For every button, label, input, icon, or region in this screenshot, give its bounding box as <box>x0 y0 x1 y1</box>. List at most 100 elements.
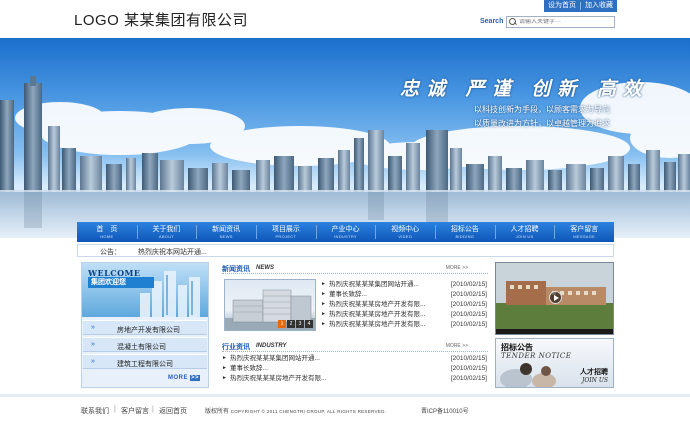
industry-header: 行业资讯 INDUSTRY MORE >> <box>222 340 488 352</box>
more-arrow-button[interactable]: >> <box>190 375 201 381</box>
category-item[interactable]: » 房地产开发有限公司 <box>83 320 207 335</box>
search-icon[interactable] <box>507 17 519 27</box>
search-box <box>506 16 615 28</box>
industry-item-date: [2010/02/15] <box>450 375 487 382</box>
nav-item-join-us[interactable]: 人才招聘 JOIN US <box>494 222 555 242</box>
nav-item-news[interactable]: 新闻资讯 NEWS <box>196 222 256 242</box>
nav-item-message[interactable]: 客户留言 MESSAGE <box>554 222 614 242</box>
bullet-icon: ► <box>222 365 227 371</box>
play-icon[interactable] <box>549 291 562 304</box>
news-item-title: 董事长致辞... <box>329 291 367 298</box>
nav-item-bidding[interactable]: 招标公告 BIDDING <box>435 222 495 242</box>
nav-sublabel: VIDEO <box>398 234 413 239</box>
nav-label: 项目展示 <box>271 226 300 233</box>
nav-label: 人才招聘 <box>510 226 539 233</box>
nav-item-about[interactable]: 关于我们 ABOUT <box>136 222 197 242</box>
category-item[interactable]: » 混凝土有限公司 <box>83 337 207 352</box>
search-input[interactable] <box>519 19 614 25</box>
copyright-cn: 版权所有 <box>205 409 230 415</box>
industry-item-date: [2010/02/15] <box>450 365 487 372</box>
footer-separator: | <box>152 406 154 413</box>
video-player[interactable] <box>495 262 614 335</box>
news-item-title: 热烈庆祝某某某房地产开发有限... <box>329 301 426 308</box>
double-chevron-icon: » <box>91 358 95 365</box>
nav-sublabel: ABOUT <box>158 234 175 239</box>
footer: 联系我们 | 客户留言 | 返回首页 版权所有 COPYRIGHT © 2011… <box>0 400 690 435</box>
notice-label: 公告： <box>100 249 121 256</box>
nav-label: 首 页 <box>96 226 118 233</box>
news-more-link[interactable]: MORE >> <box>446 265 468 271</box>
nav-sublabel: BIDDING <box>455 234 475 239</box>
site-logo[interactable]: LOGO 某某集团有限公司 <box>74 9 248 30</box>
notice-text[interactable]: 热烈庆祝本网站开通... <box>138 247 207 257</box>
nav-item-home[interactable]: 首 页 HOME <box>77 222 137 242</box>
more-label: MORE <box>168 375 188 381</box>
banner-subtitle-1: 以科技创新为手段，以顾客需求为导向 <box>474 105 610 114</box>
nav-item-project[interactable]: 项目展示 PROJECT <box>256 222 316 242</box>
nav-label: 关于我们 <box>152 226 181 233</box>
tender-recruit-panel: 招标公告 TENDER NOTICE 人才招聘 JOIN US <box>495 338 614 388</box>
pager-button[interactable]: 3 <box>296 320 304 328</box>
nav-sublabel: NEWS <box>219 234 233 239</box>
bullet-icon: ► <box>321 301 326 307</box>
list-item[interactable]: ► 董事长致辞... [2010/02/15] <box>222 364 487 374</box>
recruit-title[interactable]: 人才招聘 <box>580 367 608 377</box>
news-title-en: NEWS <box>256 265 274 271</box>
list-item[interactable]: ► 热烈庆祝某某某集团网站开通... [2010/02/15] <box>222 354 487 364</box>
bullet-icon: ► <box>321 311 326 317</box>
footer-separator: | <box>114 406 116 413</box>
pager-button[interactable]: 2 <box>287 320 295 328</box>
main-nav: 首 页 HOME 关于我们 ABOUT 新闻资讯 NEWS 项目展示 PROJECT 产… <box>77 222 614 242</box>
industry-more-link[interactable]: MORE >> <box>446 343 468 349</box>
category-label: 房地产开发有限公司 <box>117 327 180 334</box>
notice-bar: 公告： 热烈庆祝本网站开通... <box>77 244 614 257</box>
industry-list: ► 热烈庆祝某某某集团网站开通... [2010/02/15] ► 董事长致辞... [… <box>222 354 487 384</box>
nav-label: 客户留言 <box>570 226 599 233</box>
list-item[interactable]: ► 热烈庆祝某某某集团网站开通... [2010/02/15] <box>321 280 487 290</box>
list-item[interactable]: ► 热烈庆祝某某某房地产开发有限... [2010/02/15] <box>222 374 487 384</box>
news-slideshow[interactable]: 1 2 3 4 <box>224 279 316 331</box>
bullet-icon: ► <box>222 355 227 361</box>
set-homepage-link[interactable]: 设为首页 <box>544 0 580 12</box>
list-item[interactable]: ► 热烈庆祝某某某房地产开发有限... [2010/02/15] <box>321 310 487 320</box>
industry-title: 行业资讯 <box>222 344 250 351</box>
tender-title-en: TENDER NOTICE <box>501 352 572 360</box>
recruit-title-en: JOIN US <box>581 377 608 384</box>
list-item[interactable]: ► 董事长致辞... [2010/02/15] <box>321 290 487 300</box>
city-skyline-graphic <box>0 76 690 238</box>
category-label: 建筑工程有限公司 <box>117 361 173 368</box>
more-link[interactable]: MORE >> <box>168 375 201 381</box>
list-item[interactable]: ► 热烈庆祝某某某房地产开发有限... [2010/02/15] <box>321 320 487 330</box>
pager-button[interactable]: 4 <box>305 320 313 328</box>
top-links: 设为首页 加入收藏 <box>544 0 617 12</box>
icp-number: 晋ICP备110010号 <box>421 409 469 415</box>
industry-title-en: INDUSTRY <box>256 343 287 349</box>
news-title: 新闻资讯 <box>222 266 250 273</box>
news-item-date: [2010/02/15] <box>450 311 487 318</box>
search-label: Search <box>480 18 504 25</box>
nav-sublabel: HOME <box>100 234 114 239</box>
nav-sublabel: INDUSTRY <box>334 234 357 239</box>
add-favorite-link[interactable]: 加入收藏 <box>581 0 617 12</box>
footer-link-message[interactable]: 客户留言 <box>121 406 149 416</box>
footer-divider <box>0 394 690 397</box>
double-chevron-icon: » <box>91 341 95 348</box>
nav-label: 招标公告 <box>450 226 479 233</box>
industry-item-title: 董事长致辞... <box>230 365 268 372</box>
footer-link-home[interactable]: 返回首页 <box>159 406 187 416</box>
bullet-icon: ► <box>321 281 326 287</box>
pager-button[interactable]: 1 <box>278 320 286 328</box>
nav-item-industry[interactable]: 产业中心 INDUSTRY <box>315 222 376 242</box>
company-sidebar: WELCOME 集团欢迎您 » 房地产开发有限公司 » 混凝土有限公司 » 建筑… <box>81 262 209 388</box>
bullet-icon: ► <box>321 291 326 297</box>
welcome-banner: WELCOME 集团欢迎您 <box>82 263 208 317</box>
footer-link-contact[interactable]: 联系我们 <box>81 406 109 416</box>
nav-item-video[interactable]: 视频中心 VIDEO <box>375 222 435 242</box>
list-item[interactable]: ► 热烈庆祝某某某房地产开发有限... [2010/02/15] <box>321 300 487 310</box>
category-item[interactable]: » 建筑工程有限公司 <box>83 354 207 369</box>
bullet-icon: ► <box>321 321 326 327</box>
news-list: ► 热烈庆祝某某某集团网站开通... [2010/02/15] ► 董事长致辞...[… <box>321 280 487 330</box>
slideshow-pager: 1 2 3 4 <box>277 320 313 328</box>
banner-slogan: 忠诚 严谨 创新 高效 <box>400 78 649 100</box>
nav-sublabel: PROJECT <box>275 234 297 239</box>
